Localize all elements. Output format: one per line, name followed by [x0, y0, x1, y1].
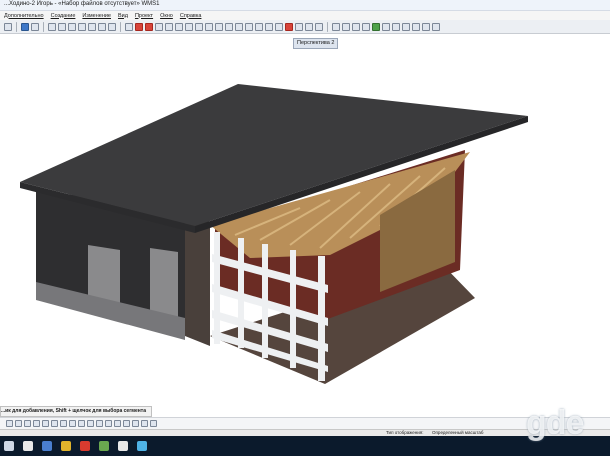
os-taskbar [0, 436, 610, 456]
elevation-icon[interactable] [225, 22, 233, 31]
menu-edit[interactable]: Изменение [82, 13, 111, 19]
display-mode-value[interactable]: Определенный масштаб [432, 430, 483, 435]
command-hint: ...ик для добавления, Shift + щелчок для… [0, 406, 152, 417]
select-icon[interactable] [295, 22, 303, 31]
detail-icon[interactable] [235, 22, 243, 31]
paste-icon[interactable] [88, 22, 96, 31]
pencil-tool-icon[interactable] [135, 22, 143, 31]
app-icon[interactable] [137, 441, 147, 451]
nav-icon[interactable] [69, 420, 76, 427]
nav-icon[interactable] [114, 420, 121, 427]
zoom-out-icon[interactable] [342, 22, 350, 31]
display-mode-label: Тип отображения: [386, 430, 424, 435]
cut-icon[interactable] [68, 22, 76, 31]
nav-icon[interactable] [141, 420, 148, 427]
delete-icon[interactable] [285, 22, 293, 31]
line-tool-icon[interactable] [145, 22, 153, 31]
toolbar-divider [327, 21, 328, 32]
app-icon[interactable] [118, 441, 128, 451]
refresh-icon[interactable] [125, 22, 133, 31]
text-tool-icon[interactable] [175, 22, 183, 31]
layer-icon[interactable] [98, 22, 106, 31]
new-file-icon[interactable] [4, 22, 12, 31]
schedule-icon[interactable] [245, 22, 253, 31]
copy-icon[interactable] [78, 22, 86, 31]
wall-opening-right [150, 248, 178, 320]
orbit-icon[interactable] [372, 22, 380, 31]
pan-icon[interactable] [362, 22, 370, 31]
perspective-icon[interactable] [392, 22, 400, 31]
rotate-icon[interactable] [305, 22, 313, 31]
undo-icon[interactable] [21, 22, 29, 31]
menu-create[interactable]: Создание [51, 13, 76, 19]
folder-icon[interactable] [61, 441, 71, 451]
title-bar: ...Ходино-2 Игорь - «Набор файлов отсутс… [0, 0, 610, 11]
start-icon[interactable] [4, 441, 14, 451]
nav-icon[interactable] [123, 420, 130, 427]
zoom-in-icon[interactable] [332, 22, 340, 31]
nav-icon[interactable] [24, 420, 31, 427]
menu-view[interactable]: Вид [118, 13, 128, 19]
walk-icon[interactable] [422, 22, 430, 31]
window-title: ...Ходино-2 Игорь - «Набор файлов отсутс… [4, 1, 160, 7]
dimension-tool-icon[interactable] [48, 22, 56, 31]
layers-icon[interactable] [205, 22, 213, 31]
nav-icon[interactable] [87, 420, 94, 427]
library-icon[interactable] [255, 22, 263, 31]
nav-icon[interactable] [33, 420, 40, 427]
navigation-bar [0, 417, 610, 429]
render-icon[interactable] [265, 22, 273, 31]
search-icon[interactable] [23, 441, 33, 451]
menu-bar: Дополнительно Создание Изменение Вид Про… [0, 11, 610, 20]
toolbar-divider [120, 21, 121, 32]
measure-icon[interactable] [165, 22, 173, 31]
nav-icon[interactable] [96, 420, 103, 427]
zoom-fit-icon[interactable] [352, 22, 360, 31]
nav-icon[interactable] [60, 420, 67, 427]
camera-icon[interactable] [275, 22, 283, 31]
menu-additional[interactable]: Дополнительно [4, 13, 44, 19]
nav-icon[interactable] [105, 420, 112, 427]
nav-icon[interactable] [150, 420, 157, 427]
view-settings-icon[interactable] [382, 22, 390, 31]
highlight-icon[interactable] [412, 22, 420, 31]
app-icon[interactable] [99, 441, 109, 451]
3d-viewport[interactable] [0, 50, 610, 402]
toolbar-divider [16, 21, 17, 32]
nav-icon[interactable] [15, 420, 22, 427]
building-model [20, 84, 528, 384]
snap-icon[interactable] [155, 22, 163, 31]
cursor-icon[interactable] [402, 22, 410, 31]
grid-icon[interactable] [185, 22, 193, 31]
watermark-logo: gde [526, 404, 584, 442]
object-3d-icon[interactable] [108, 22, 116, 31]
app-icon[interactable] [42, 441, 52, 451]
menu-project[interactable]: Проект [135, 13, 153, 19]
fly-icon[interactable] [432, 22, 440, 31]
view-tab-perspective[interactable]: Перспектива 2 [293, 38, 339, 49]
redo-icon[interactable] [31, 22, 39, 31]
main-toolbar [0, 20, 610, 34]
menu-help[interactable]: Справка [180, 13, 202, 19]
mirror-icon[interactable] [315, 22, 323, 31]
menu-window[interactable]: Окно [160, 13, 173, 19]
nav-icon[interactable] [78, 420, 85, 427]
nav-icon[interactable] [51, 420, 58, 427]
nav-icon[interactable] [6, 420, 13, 427]
table-icon[interactable] [195, 22, 203, 31]
wall-tool-icon[interactable] [58, 22, 66, 31]
nav-icon[interactable] [132, 420, 139, 427]
toolbar-divider [43, 21, 44, 32]
nav-icon[interactable] [42, 420, 49, 427]
section-icon[interactable] [215, 22, 223, 31]
opera-icon[interactable] [80, 441, 90, 451]
